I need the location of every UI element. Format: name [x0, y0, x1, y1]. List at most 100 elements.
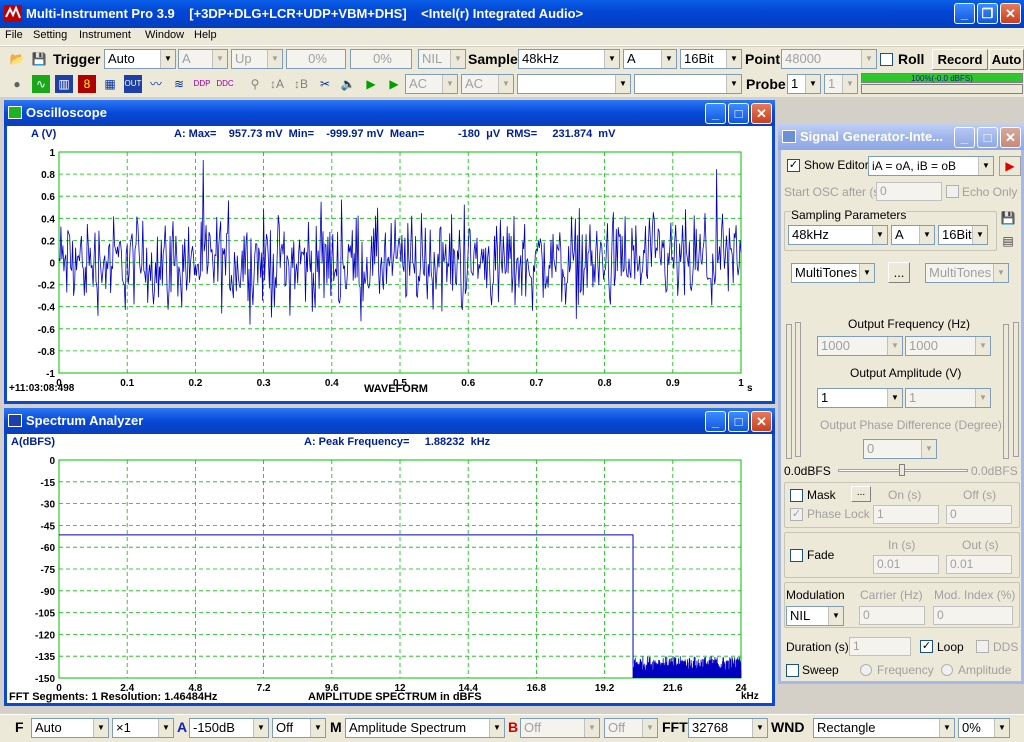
tool-icon[interactable]: ✂	[316, 75, 334, 93]
amplitude-b-select[interactable]: 1 ▼	[905, 388, 991, 408]
sweep-amplitude-radio[interactable]	[941, 664, 953, 676]
extra-select-2[interactable]: ▼	[634, 74, 742, 94]
ddp-icon[interactable]: DDP	[193, 75, 211, 93]
start-generator-button[interactable]: ▶	[999, 156, 1021, 176]
trigger-edge-select[interactable]: Up ▼	[231, 49, 283, 69]
trigger-channel-select[interactable]: A ▼	[178, 49, 228, 69]
channel-select[interactable]: A ▼	[623, 49, 677, 69]
ddc-icon[interactable]: DDC	[216, 75, 234, 93]
modulation-select[interactable]: NIL ▼	[786, 606, 844, 626]
save-icon[interactable]: 💾	[999, 209, 1017, 227]
expression-select[interactable]: iA = oA, iB = oB ▼	[868, 156, 994, 176]
extra-select-1[interactable]: ▼	[517, 74, 631, 94]
menu-help[interactable]: Help	[194, 29, 217, 41]
auto-button[interactable]: Auto	[989, 49, 1024, 70]
trigger-mode-select[interactable]: Auto ▼	[104, 49, 176, 69]
analyzer-icon[interactable]: ▦	[101, 75, 119, 93]
multiplier-select[interactable]: ×1 ▼	[112, 718, 174, 738]
echo-only-checkbox[interactable]	[946, 185, 959, 198]
carrier-input[interactable]: 0	[859, 606, 925, 625]
fade-out-input[interactable]: 0.01	[946, 555, 1012, 574]
amplitude-slider-b[interactable]	[1003, 324, 1009, 459]
close-button[interactable]: ✕	[1000, 3, 1021, 24]
siggen-bits-select[interactable]: 16Bit ▼	[938, 225, 988, 245]
window-function-select[interactable]: Rectangle ▼	[813, 718, 955, 738]
wave-edit-button[interactable]: ...	[888, 262, 910, 283]
overlap-select[interactable]: 0% ▼	[958, 718, 1010, 738]
menu-file[interactable]: File	[5, 29, 23, 41]
wave-type-b-select[interactable]: MultiTones ▼	[925, 263, 1009, 283]
lock-icon[interactable]: ⚲	[246, 75, 264, 93]
coupling-b-select[interactable]: AC ▼	[461, 74, 514, 94]
amplitude-slider-a[interactable]	[786, 324, 792, 459]
phase-lock-checkbox[interactable]: ✓	[790, 508, 803, 521]
spectrum-plot[interactable]: 0 2.4 4.8 7.2 9.6 12 14.4 16.8 19.2 21.6 24 0 -15 -30…	[7, 408, 772, 706]
mask-on-input[interactable]: 1	[873, 505, 939, 524]
loop-checkbox[interactable]: ✓	[920, 640, 933, 653]
multimeter-icon[interactable]: 8	[78, 75, 96, 93]
wave-icon[interactable]: ≋	[170, 75, 188, 93]
play-icon[interactable]: ▶	[362, 75, 380, 93]
dds-checkbox[interactable]	[976, 640, 989, 653]
menu-instrument[interactable]: Instrument	[79, 29, 131, 41]
trigger-delay-stepper[interactable]: 0%	[350, 49, 412, 69]
sample-rate-select[interactable]: 48kHz ▼	[518, 49, 620, 69]
menu-setting[interactable]: Setting	[33, 29, 67, 41]
siggen-close-button[interactable]: ✕	[1000, 127, 1021, 148]
restore-button[interactable]: ❐	[977, 3, 998, 24]
siggen-minimize-button[interactable]: _	[954, 127, 975, 148]
sweep-checkbox[interactable]	[786, 664, 799, 677]
frequency-b-select[interactable]: 1000 ▼	[905, 336, 991, 356]
trigger-level-stepper[interactable]: 0%	[286, 49, 346, 69]
balance-slider-thumb[interactable]	[899, 464, 905, 476]
siggen-sample-rate-select[interactable]: 48kHz ▼	[788, 225, 888, 245]
wave-type-a-select[interactable]: MultiTones ▼	[791, 263, 875, 283]
fade-checkbox[interactable]	[790, 549, 803, 562]
spectrum-icon[interactable]: ▥	[55, 75, 73, 93]
out-icon[interactable]: OUT	[124, 75, 142, 93]
amplitude-a-select[interactable]: 1 ▼	[817, 388, 903, 408]
b-off-select[interactable]: Off ▼	[520, 718, 600, 738]
cursor-b-icon[interactable]: ↕B	[292, 75, 310, 93]
signal-icon[interactable]: 〰	[147, 75, 165, 93]
sweep-frequency-radio[interactable]	[860, 664, 872, 676]
fft-size-select[interactable]: 32768 ▼	[688, 718, 768, 738]
duration-input[interactable]: 1	[849, 637, 911, 656]
fade-in-input[interactable]: 0.01	[873, 555, 939, 574]
mod-index-input[interactable]: 0	[933, 606, 1013, 625]
save-icon[interactable]: 💾	[30, 50, 48, 68]
menu-window[interactable]: Window	[145, 29, 184, 41]
oscilloscope-icon[interactable]: ∿	[32, 75, 50, 93]
siggen-maximize-button[interactable]: □	[977, 127, 998, 148]
mask-edit-button[interactable]: ...	[851, 486, 871, 502]
points-select[interactable]: 48000 ▼	[781, 49, 877, 69]
record-button[interactable]: Record	[932, 49, 988, 70]
stop-icon[interactable]: ●	[8, 75, 26, 93]
roll-checkbox[interactable]	[880, 53, 893, 66]
open-icon[interactable]: 📂	[8, 50, 26, 68]
analysis-select[interactable]: Amplitude Spectrum ▼	[345, 718, 505, 738]
show-editor-checkbox[interactable]: ✓	[787, 159, 800, 172]
siggen-channel-select[interactable]: A ▼	[891, 225, 935, 245]
amplitude-slider-a-track[interactable]	[795, 322, 801, 457]
trigger-filter-select[interactable]: NIL ▼	[418, 49, 466, 69]
b-off-select-2[interactable]: Off ▼	[604, 718, 658, 738]
bits-select[interactable]: 16Bit ▼	[680, 49, 742, 69]
mask-checkbox[interactable]	[790, 489, 803, 502]
cursor-a-icon[interactable]: ↕A	[268, 75, 286, 93]
play-once-icon[interactable]: ▶	[385, 75, 403, 93]
a-off-select[interactable]: Off ▼	[272, 718, 326, 738]
probe-b-select[interactable]: 1 ▼	[824, 74, 858, 94]
floor-select[interactable]: -150dB ▼	[189, 718, 269, 738]
averaging-select[interactable]: Auto ▼	[31, 718, 109, 738]
speaker-icon[interactable]: 🔈	[339, 75, 357, 93]
oscilloscope-plot[interactable]: 0 0.1 0.2 0.3 0.4 0.5 0.6 0.7 0.8 0.9 1 1 0.8 0.6 0.4 0…	[7, 100, 772, 404]
mask-off-input[interactable]: 0	[946, 505, 1012, 524]
amplitude-slider-b-track[interactable]	[1013, 322, 1019, 457]
coupling-a-select[interactable]: AC ▼	[405, 74, 458, 94]
start-osc-input[interactable]: 0	[876, 182, 942, 201]
frequency-a-select[interactable]: 1000 ▼	[817, 336, 903, 356]
minimize-button[interactable]: _	[954, 3, 975, 24]
phase-select[interactable]: 0 ▼	[863, 439, 937, 459]
probe-a-select[interactable]: 1 ▼	[787, 74, 821, 94]
